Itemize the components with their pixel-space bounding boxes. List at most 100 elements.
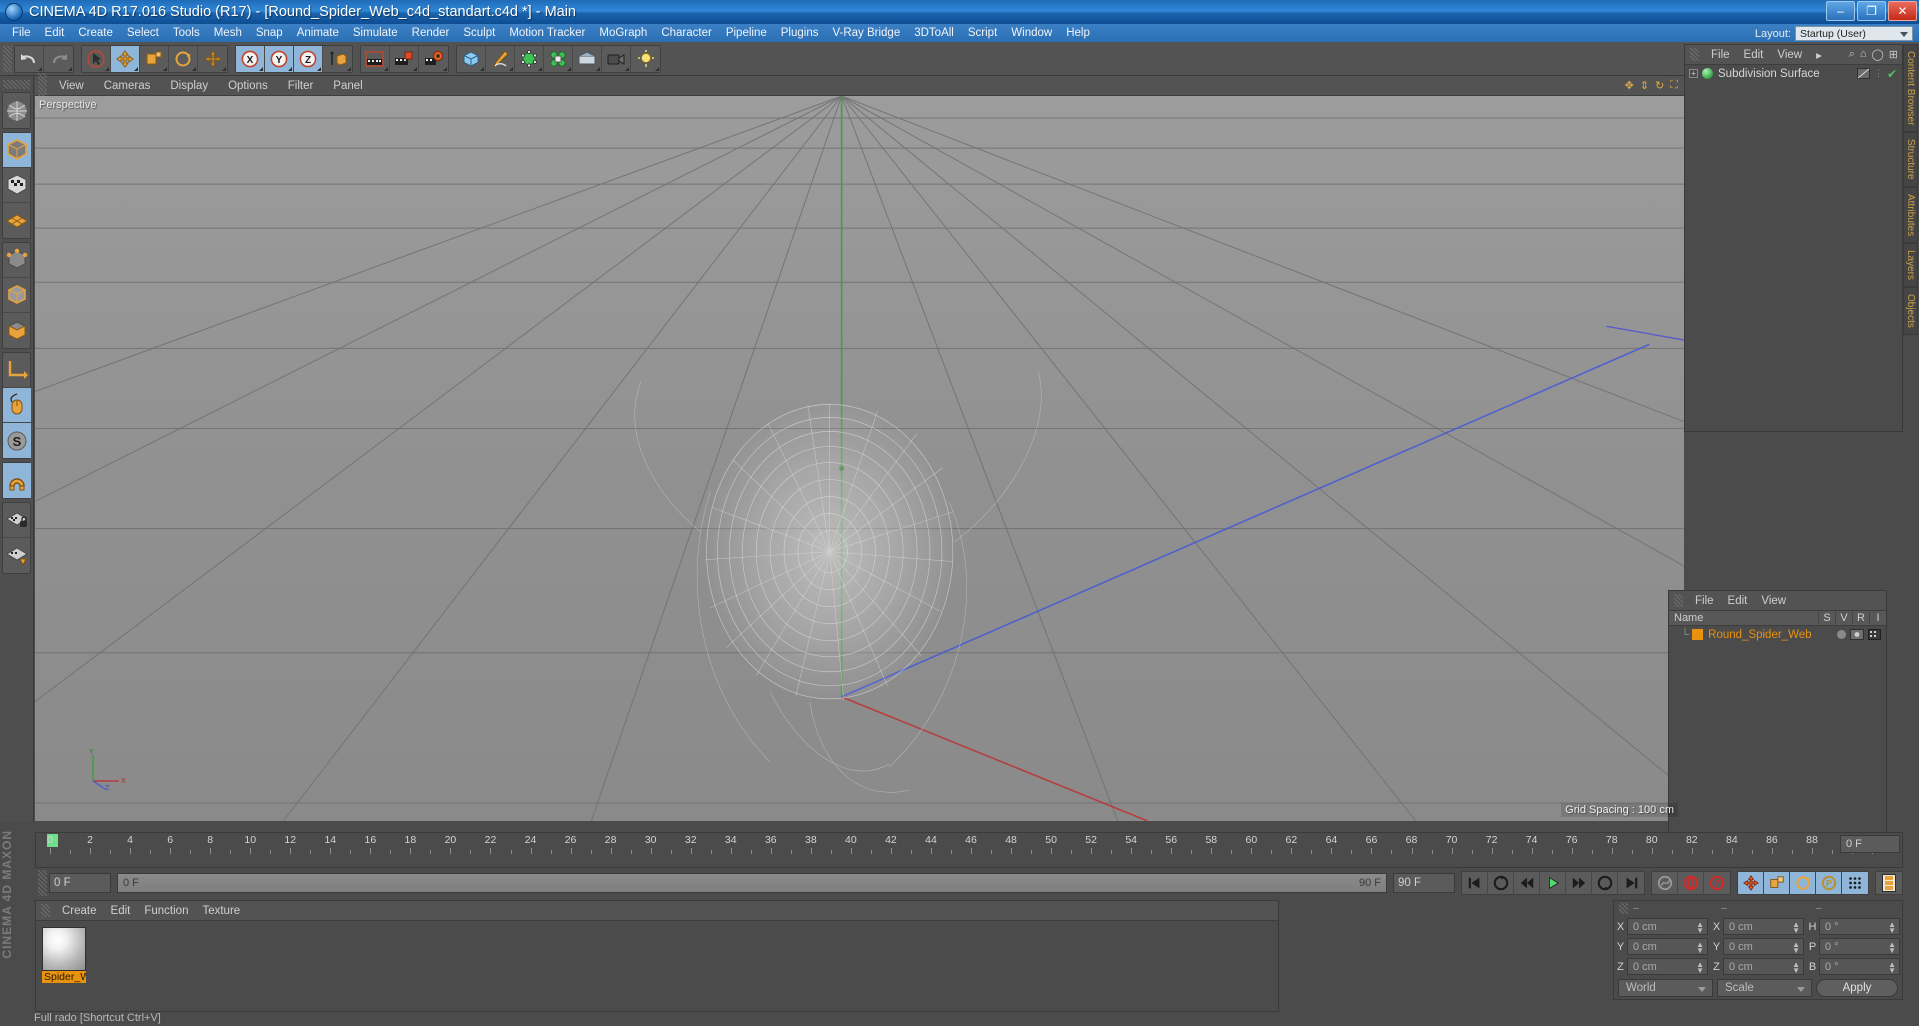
menu-motion-tracker[interactable]: Motion Tracker bbox=[502, 24, 592, 42]
search-icon[interactable]: ⌕ bbox=[1849, 48, 1855, 61]
render-view-icon[interactable] bbox=[361, 45, 390, 72]
panel-menu-file[interactable]: File bbox=[1704, 49, 1737, 61]
menu-select[interactable]: Select bbox=[120, 24, 166, 42]
move-icon[interactable] bbox=[111, 45, 140, 72]
maximize-button[interactable]: ❐ bbox=[1857, 1, 1886, 21]
menu-v-ray-bridge[interactable]: V-Ray Bridge bbox=[825, 24, 907, 42]
viewport-menu-panel[interactable]: Panel bbox=[323, 80, 372, 92]
magnet-icon[interactable] bbox=[3, 463, 31, 498]
pen-spline-icon[interactable] bbox=[486, 45, 515, 72]
side-tab-content-browser[interactable]: Content Browser bbox=[1903, 44, 1918, 133]
object-list-menu[interactable]: File Edit View bbox=[1669, 591, 1886, 611]
object-row-tags[interactable] bbox=[1837, 629, 1886, 640]
side-tab-layers[interactable]: Layers bbox=[1903, 243, 1918, 288]
texture-mode-icon[interactable] bbox=[3, 168, 31, 203]
record-active-icon[interactable] bbox=[1678, 872, 1704, 894]
dots-key-icon[interactable] bbox=[1842, 872, 1868, 894]
side-tab-attributes[interactable]: Attributes bbox=[1903, 187, 1918, 244]
step-forward-key-icon[interactable] bbox=[1592, 872, 1618, 894]
menu-character[interactable]: Character bbox=[654, 24, 719, 42]
step-back-key-icon[interactable] bbox=[1488, 872, 1514, 894]
viewport-corner-icons[interactable]: ✥ ⇕ ↻ ⛶ bbox=[1625, 79, 1678, 92]
layout-selector-group[interactable]: Layout: Startup (User) bbox=[1755, 26, 1913, 41]
check-tag-icon[interactable]: ✔ bbox=[1887, 67, 1897, 81]
material-list[interactable]: Spider_W bbox=[36, 921, 1278, 989]
viewport-menu-bar[interactable]: View Cameras Display Options Filter Panel ✥ ⇕ ↻ ⛶ bbox=[35, 72, 1684, 99]
scale-view-icon[interactable]: ⇕ bbox=[1640, 79, 1649, 92]
maximize-view-icon[interactable]: ⛶ bbox=[1670, 79, 1678, 92]
panel-menu-create[interactable]: Create bbox=[55, 905, 104, 917]
viewport-grip[interactable] bbox=[38, 72, 47, 99]
object-tags[interactable]: ⋮ ✔ bbox=[1856, 67, 1902, 81]
layout-dropdown[interactable]: Startup (User) bbox=[1795, 26, 1913, 41]
coordinate-system-dropdown[interactable]: World bbox=[1618, 979, 1713, 997]
size-z-field[interactable]: 0 cm ▲ ▼ bbox=[1723, 958, 1804, 975]
frame-from-field[interactable]: 0 F bbox=[49, 873, 111, 893]
rotation-key-icon[interactable] bbox=[1790, 872, 1816, 894]
menu-animate[interactable]: Animate bbox=[290, 24, 346, 42]
menu-file[interactable]: File bbox=[5, 24, 38, 42]
menu-pipeline[interactable]: Pipeline bbox=[719, 24, 774, 42]
edges-mode-icon[interactable] bbox=[3, 278, 31, 313]
select-cursor-icon[interactable] bbox=[82, 45, 111, 72]
menu-edit[interactable]: Edit bbox=[38, 24, 72, 42]
soft-selection-icon[interactable]: S bbox=[3, 423, 31, 458]
spinner-icon[interactable]: ▲ ▼ bbox=[1792, 961, 1800, 975]
go-to-start-icon[interactable] bbox=[1462, 872, 1488, 894]
position-z-field[interactable]: 0 cm ▲ ▼ bbox=[1627, 958, 1708, 975]
column-header-r[interactable]: R bbox=[1852, 612, 1869, 624]
viewport-solo-icon[interactable] bbox=[3, 388, 31, 423]
menu-tools[interactable]: Tools bbox=[166, 24, 207, 42]
coordinate-rows[interactable]: X0 cm ▲ ▼ X 0 cm ▲ ▼ H 0 ° ▲ ▼ Y 0 cm ▲ ▼ Y 0 cm ▲ ▼ P 0 ° ▲ ▼… bbox=[1614, 917, 1902, 976]
object-manager-menu[interactable]: File Edit View ▸ ⌕ ⌂ ◯ ⊞ bbox=[1685, 45, 1902, 65]
spinner-icon[interactable]: ▲ ▼ bbox=[1792, 941, 1800, 955]
polygons-mode-icon[interactable] bbox=[3, 313, 31, 348]
scale-icon[interactable] bbox=[140, 45, 169, 72]
menu-script[interactable]: Script bbox=[961, 24, 1004, 42]
menu-create[interactable]: Create bbox=[71, 24, 120, 42]
y-axis-icon[interactable]: Y bbox=[265, 45, 294, 72]
panel-menu-view[interactable]: View bbox=[1770, 49, 1809, 61]
x-axis-icon[interactable]: X bbox=[236, 45, 265, 72]
close-button[interactable]: ✕ bbox=[1888, 1, 1917, 21]
frame-range-track[interactable]: 0 F 90 F bbox=[117, 873, 1387, 893]
menu-simulate[interactable]: Simulate bbox=[346, 24, 405, 42]
transform-mode-dropdown[interactable]: Scale bbox=[1717, 979, 1812, 997]
spinner-icon[interactable]: ▲ ▼ bbox=[1888, 921, 1896, 935]
window-controls[interactable]: – ❐ ✕ bbox=[1826, 1, 1917, 21]
material-preview-sphere[interactable] bbox=[42, 927, 86, 971]
spinner-icon[interactable]: ▲ ▼ bbox=[1792, 921, 1800, 935]
redo-arrow-icon[interactable] bbox=[44, 45, 73, 72]
toolbar-grip[interactable] bbox=[3, 45, 12, 72]
world-object-axis-icon[interactable] bbox=[323, 45, 352, 72]
coordinates-footer[interactable]: World Scale Apply bbox=[1614, 977, 1902, 999]
scale-key-icon[interactable] bbox=[1764, 872, 1790, 894]
side-tab-strip[interactable]: Content Browser Structure Attributes Layers… bbox=[1903, 44, 1919, 821]
viewport-menu-options[interactable]: Options bbox=[218, 80, 278, 92]
menu-window[interactable]: Window bbox=[1004, 24, 1059, 42]
film-strip-icon[interactable] bbox=[1876, 872, 1902, 894]
coordinates-grip[interactable] bbox=[1619, 903, 1628, 914]
array-object-icon[interactable] bbox=[544, 45, 573, 72]
timeline-panel[interactable]: 0 2 4 6 8 10 12 14 16 18 20 22 24 26 28 30 32 34 36 38 40 42 4… bbox=[35, 832, 1903, 868]
camera-object-icon[interactable] bbox=[602, 45, 631, 72]
viewport-menu-display[interactable]: Display bbox=[160, 80, 218, 92]
pla-key-icon[interactable]: P bbox=[1816, 872, 1842, 894]
keyframe-parameter-buttons[interactable]: P bbox=[1737, 871, 1869, 895]
step-back-frame-icon[interactable] bbox=[1514, 872, 1540, 894]
panel-menu-function[interactable]: Function bbox=[137, 905, 195, 917]
minimize-button[interactable]: – bbox=[1826, 1, 1855, 21]
frame-icon[interactable]: ⊞ bbox=[1889, 48, 1898, 61]
left-palette-grip[interactable] bbox=[3, 80, 30, 89]
viewport-menu-cameras[interactable]: Cameras bbox=[94, 80, 161, 92]
rotation-h-field[interactable]: 0 ° ▲ ▼ bbox=[1819, 918, 1900, 935]
render-picture-viewer-icon[interactable] bbox=[390, 45, 419, 72]
move-axis-icon[interactable] bbox=[198, 45, 227, 72]
z-axis-icon[interactable]: Z bbox=[294, 45, 323, 72]
cube-primitive-icon[interactable] bbox=[457, 45, 486, 72]
column-header-s[interactable]: S bbox=[1818, 612, 1835, 624]
side-tab-objects[interactable]: Objects bbox=[1903, 287, 1918, 336]
workplane-mode-icon[interactable] bbox=[3, 538, 31, 573]
workplane-icon[interactable] bbox=[3, 203, 31, 238]
points-mode-icon[interactable] bbox=[3, 243, 31, 278]
